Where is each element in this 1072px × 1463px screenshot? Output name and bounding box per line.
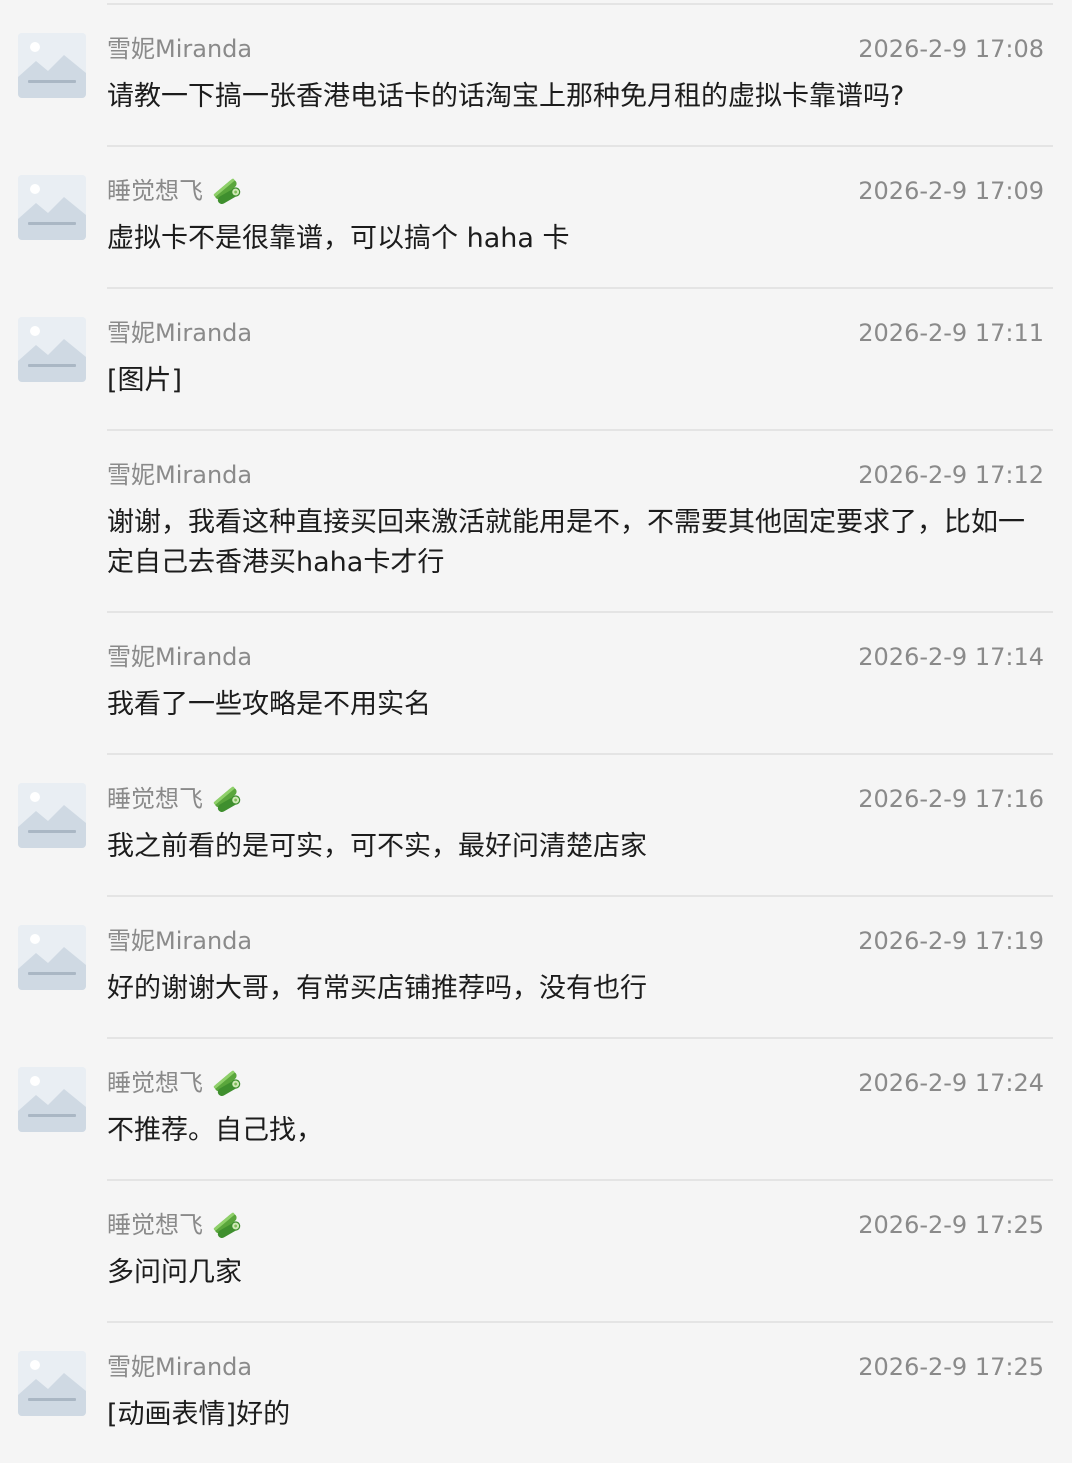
sender-label: 睡觉想飞 bbox=[107, 1069, 203, 1097]
message-list: 雪妮Miranda 2026-2-9 17:08 请教一下搞一张香港电话卡的话淘… bbox=[0, 5, 1072, 1463]
message-time: 2026-2-9 17:19 bbox=[858, 927, 1044, 955]
message-item: 睡觉想飞 2026-2-9 17:25 多问问几家 bbox=[107, 1181, 1053, 1323]
message-item: 睡觉想飞 2026-2-9 17:16 我之前看的是可实，可不实，最好问清楚店家 bbox=[18, 755, 1053, 897]
avatar-placeholder-icon[interactable] bbox=[18, 925, 86, 990]
avatar-placeholder-icon[interactable] bbox=[18, 33, 86, 98]
sender-name[interactable]: 雪妮Miranda bbox=[107, 33, 252, 65]
message-item: 雪妮Miranda 2026-2-9 17:19 好的谢谢大哥，有常买店铺推荐吗… bbox=[18, 897, 1053, 1039]
message-text: 谢谢，我看这种直接买回来激活就能用是不，不需要其他固定要求了，比如一定自己去香港… bbox=[107, 507, 1025, 578]
message-text: 多问问几家 bbox=[107, 1257, 242, 1288]
sender-name[interactable]: 睡觉想飞 bbox=[107, 175, 243, 207]
sender-name[interactable]: 雪妮Miranda bbox=[107, 317, 252, 349]
message-text[interactable]: [图片] bbox=[107, 361, 1037, 401]
cucumber-icon bbox=[211, 1067, 243, 1099]
message-time: 2026-2-9 17:11 bbox=[858, 319, 1044, 347]
message-item: 雪妮Miranda 2026-2-9 17:14 我看了一些攻略是不用实名 bbox=[107, 613, 1053, 755]
sender-label: 雪妮Miranda bbox=[107, 461, 253, 489]
message-text: [动画表情]好的 bbox=[107, 1399, 291, 1430]
cucumber-icon bbox=[211, 175, 243, 207]
message-item: 雪妮Miranda 2026-2-9 17:08 请教一下搞一张香港电话卡的话淘… bbox=[18, 5, 1053, 147]
message-item: 睡觉想飞 2026-2-9 17:09 虚拟卡不是很靠谱，可以搞个 haha 卡 bbox=[18, 147, 1053, 289]
sender-label: 雪妮Miranda bbox=[107, 319, 253, 347]
avatar-placeholder-icon[interactable] bbox=[18, 1351, 86, 1416]
sender-label: 雪妮Miranda bbox=[107, 1353, 253, 1381]
message-text: 好的谢谢大哥，有常买店铺推荐吗，没有也行 bbox=[107, 973, 647, 1004]
sender-name[interactable]: 睡觉想飞 bbox=[107, 1209, 243, 1241]
message-text: 请教一下搞一张香港电话卡的话淘宝上那种免月租的虚拟卡靠谱吗? bbox=[107, 81, 905, 112]
avatar-placeholder-icon[interactable] bbox=[18, 1067, 86, 1132]
message-text: 不推荐。自己找， bbox=[107, 1115, 323, 1146]
sender-label: 雪妮Miranda bbox=[107, 643, 253, 671]
message-item: 雪妮Miranda 2026-2-9 17:11 [图片] bbox=[18, 289, 1053, 431]
sender-name[interactable]: 睡觉想飞 bbox=[107, 783, 243, 815]
sender-label: 雪妮Miranda bbox=[107, 35, 253, 63]
sender-name[interactable]: 雪妮Miranda bbox=[107, 925, 252, 957]
message-time: 2026-2-9 17:16 bbox=[858, 785, 1044, 813]
message-item: 雪妮Miranda 2026-2-9 17:25 [动画表情]好的 bbox=[18, 1323, 1053, 1463]
sender-name[interactable]: 睡觉想飞 bbox=[107, 1067, 243, 1099]
message-item: 睡觉想飞 2026-2-9 17:24 不推荐。自己找， bbox=[18, 1039, 1053, 1181]
avatar-placeholder-icon[interactable] bbox=[18, 783, 86, 848]
sender-name[interactable]: 雪妮Miranda bbox=[107, 459, 252, 491]
sender-name[interactable]: 雪妮Miranda bbox=[107, 1351, 252, 1383]
sender-label: 雪妮Miranda bbox=[107, 927, 253, 955]
message-time: 2026-2-9 17:14 bbox=[858, 643, 1044, 671]
message-time: 2026-2-9 17:24 bbox=[858, 1069, 1044, 1097]
message-item: 雪妮Miranda 2026-2-9 17:12 谢谢，我看这种直接买回来激活就… bbox=[107, 431, 1053, 613]
cucumber-icon bbox=[211, 1209, 243, 1241]
sender-label: 睡觉想飞 bbox=[107, 177, 203, 205]
message-time: 2026-2-9 17:09 bbox=[858, 177, 1044, 205]
message-time: 2026-2-9 17:12 bbox=[858, 461, 1044, 489]
avatar-placeholder-icon[interactable] bbox=[18, 175, 86, 240]
avatar-placeholder-icon[interactable] bbox=[18, 317, 86, 382]
message-text: 虚拟卡不是很靠谱，可以搞个 haha 卡 bbox=[107, 223, 570, 254]
message-text: 我看了一些攻略是不用实名 bbox=[107, 689, 431, 720]
sender-label: 睡觉想飞 bbox=[107, 785, 203, 813]
message-time: 2026-2-9 17:08 bbox=[858, 35, 1044, 63]
message-text: 我之前看的是可实，可不实，最好问清楚店家 bbox=[107, 831, 647, 862]
cucumber-icon bbox=[211, 783, 243, 815]
sender-name[interactable]: 雪妮Miranda bbox=[107, 641, 252, 673]
message-time: 2026-2-9 17:25 bbox=[858, 1353, 1044, 1381]
message-time: 2026-2-9 17:25 bbox=[858, 1211, 1044, 1239]
sender-label: 睡觉想飞 bbox=[107, 1211, 203, 1239]
